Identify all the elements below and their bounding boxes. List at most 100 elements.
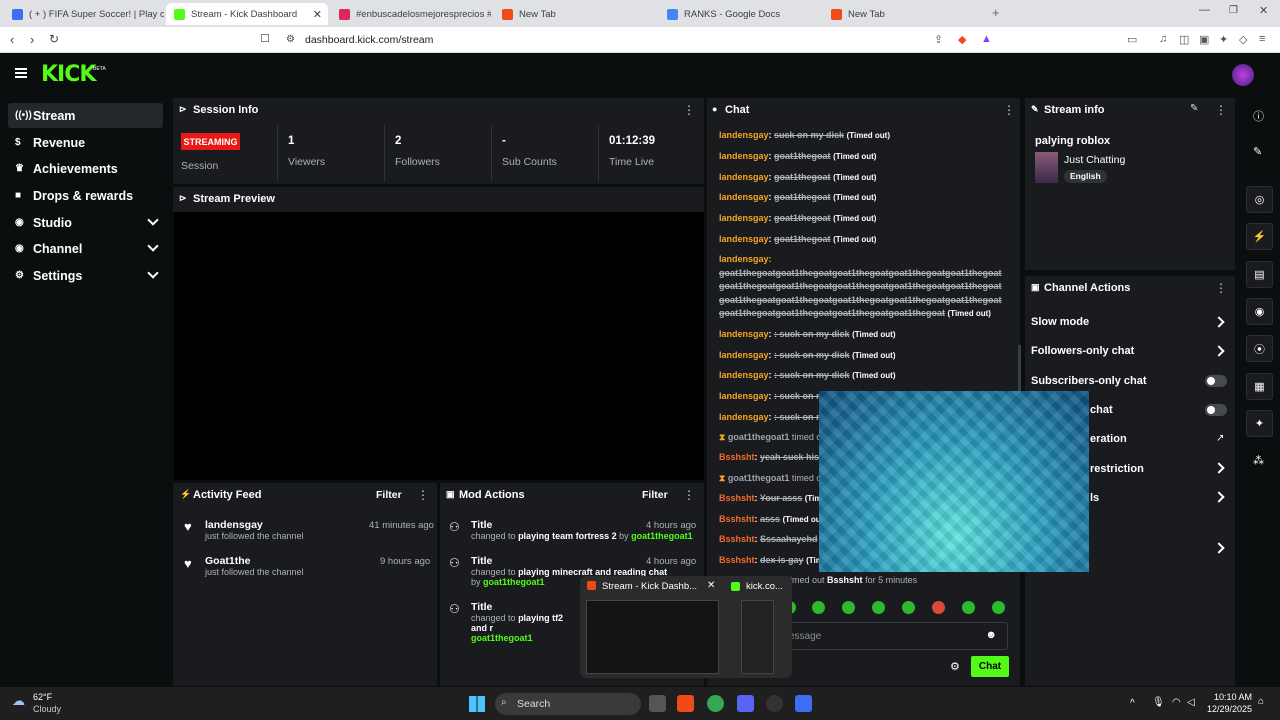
action-restriction[interactable]: restriction: [1090, 463, 1170, 475]
category-name[interactable]: Just Chatting: [1064, 154, 1125, 166]
maximize-icon[interactable]: ❐: [1229, 5, 1238, 16]
kick-logo[interactable]: KICK: [41, 62, 96, 87]
chat-username[interactable]: Bsshsht: [719, 452, 755, 462]
clock-time[interactable]: 10:10 AM: [1210, 692, 1252, 702]
external-link-icon[interactable]: ↗: [1216, 433, 1224, 444]
thumbnail-window[interactable]: [586, 600, 719, 674]
chat-username[interactable]: landensgay: [719, 130, 769, 140]
steam-icon[interactable]: [766, 695, 783, 712]
temperature[interactable]: 62°F: [33, 692, 52, 702]
rewards-icon[interactable]: ▲: [981, 33, 992, 45]
chat-username[interactable]: goat1thegoat1: [728, 432, 790, 442]
notification-icon[interactable]: ⌂: [1258, 696, 1264, 707]
thumbnail-window[interactable]: [741, 600, 774, 674]
layout-icon[interactable]: ▦: [1246, 373, 1273, 400]
username[interactable]: Goat1the: [205, 555, 304, 567]
wrench-icon[interactable]: ✦: [1246, 410, 1273, 437]
chat-username[interactable]: landensgay:: [719, 254, 772, 264]
roblox-icon[interactable]: [795, 695, 812, 712]
url-input[interactable]: dashboard.kick.com/stream: [305, 34, 433, 46]
username[interactable]: goat1thegoat1: [471, 633, 533, 643]
emotes-only-toggle[interactable]: [1205, 404, 1227, 416]
browser-tab[interactable]: ( + ) FIFA Super Soccer! | Play on Ro...: [4, 3, 164, 25]
more-icon[interactable]: ⋮: [683, 488, 695, 502]
action-moderation[interactable]: eration: [1090, 433, 1170, 445]
task-view-icon[interactable]: [649, 695, 666, 712]
start-icon[interactable]: [469, 696, 485, 712]
chat-username[interactable]: landensgay: [719, 192, 769, 202]
emote-icon[interactable]: [962, 601, 975, 614]
chat-username[interactable]: goat1thegoat1: [728, 473, 790, 483]
more-icon[interactable]: ⋮: [417, 488, 429, 502]
chat-username[interactable]: landensgay: [719, 412, 769, 422]
new-tab-icon[interactable]: +: [992, 5, 1000, 20]
username[interactable]: landensgay: [205, 519, 304, 531]
floating-image-overlay[interactable]: [819, 391, 1089, 572]
discord-icon[interactable]: [737, 695, 754, 712]
chat-username[interactable]: Bsshsht: [719, 493, 755, 503]
split-view-icon[interactable]: ◫: [1179, 33, 1189, 46]
volume-icon[interactable]: ◁: [1187, 697, 1195, 708]
site-info-icon[interactable]: ⚙: [286, 34, 295, 45]
sidebar-item-drops[interactable]: ■ Drops & rewards: [8, 183, 163, 208]
wifi-icon[interactable]: ◠: [1172, 697, 1181, 708]
clock-date[interactable]: 12/29/2025: [1200, 704, 1252, 714]
media-icon[interactable]: ♫: [1159, 33, 1167, 45]
wallet-icon[interactable]: ▣: [1199, 33, 1209, 46]
reload-icon[interactable]: ↻: [49, 32, 59, 46]
more-icon[interactable]: ⋮: [683, 103, 695, 117]
sidebar-item-revenue[interactable]: $ Revenue: [8, 130, 163, 155]
more-icon[interactable]: ⋮: [1215, 103, 1227, 117]
chat-username[interactable]: landensgay: [719, 172, 769, 182]
action-emotes-only[interactable]: chat: [1090, 404, 1150, 416]
emote-icon[interactable]: [902, 601, 915, 614]
sidebar-item-achievements[interactable]: ♛ Achievements: [8, 156, 163, 181]
sidebar-item-channel[interactable]: ◉ Channel: [8, 236, 163, 261]
brave-icon[interactable]: [677, 695, 694, 712]
chat-username[interactable]: Bsshsht: [719, 514, 755, 524]
chat-username[interactable]: landensgay: [719, 329, 769, 339]
chevron-up-icon[interactable]: ^: [1130, 698, 1135, 709]
lightning-icon[interactable]: ⚡: [1246, 223, 1273, 250]
sidebar-item-settings[interactable]: ⚙ Settings: [8, 263, 163, 288]
close-icon[interactable]: ✕: [707, 580, 715, 591]
chat-username[interactable]: landensgay: [719, 213, 769, 223]
chat-username[interactable]: landensgay: [719, 350, 769, 360]
close-window-icon[interactable]: ✕: [1259, 4, 1268, 17]
action-followers-only[interactable]: Followers-only chat: [1031, 345, 1231, 357]
close-icon[interactable]: ✕: [313, 8, 322, 21]
menu-icon[interactable]: ≡: [1259, 33, 1265, 45]
chat-input[interactable]: essage ☻: [778, 622, 1008, 650]
thumbnail-title[interactable]: Stream - Kick Dashb...: [602, 581, 697, 592]
chat-username[interactable]: landensgay: [719, 391, 769, 401]
browser-tab[interactable]: RANKS - Google Docs: [659, 3, 819, 25]
action-slow-mode[interactable]: Slow mode: [1031, 316, 1231, 328]
browser-tab[interactable]: New Tab: [494, 3, 654, 25]
more-icon[interactable]: ⋮: [1215, 281, 1227, 295]
action-subscribers-only[interactable]: Subscribers-only chat: [1031, 375, 1231, 387]
leo-icon[interactable]: ✦: [1219, 33, 1228, 46]
hamburger-icon[interactable]: [15, 68, 27, 78]
chat-username[interactable]: Bsshsht: [719, 534, 755, 544]
emote-icon[interactable]: [812, 601, 825, 614]
sidebar-item-studio[interactable]: ◉ Studio: [8, 210, 163, 235]
chat-username[interactable]: Bsshsht: [719, 555, 755, 565]
chat-username[interactable]: Bsshsht: [827, 575, 863, 585]
bookmark-icon[interactable]: ☐: [260, 32, 270, 45]
chat-settings-icon[interactable]: ⚙: [950, 660, 960, 673]
action-blocked-terms[interactable]: ls: [1090, 492, 1130, 504]
minimize-icon[interactable]: —: [1199, 4, 1210, 16]
forward-icon[interactable]: ›: [30, 32, 34, 47]
vpn-icon[interactable]: ◇: [1239, 33, 1247, 46]
chat-username[interactable]: landensgay: [719, 370, 769, 380]
emote-icon[interactable]: [992, 601, 1005, 614]
brave-shield-icon[interactable]: ◆: [958, 33, 966, 46]
filter-button[interactable]: Filter: [376, 489, 402, 501]
pencil-icon[interactable]: ✎: [1253, 145, 1262, 158]
chat-send-button[interactable]: Chat: [971, 656, 1009, 677]
more-icon[interactable]: ⋮: [1003, 103, 1015, 117]
chat-username[interactable]: landensgay: [719, 234, 769, 244]
back-icon[interactable]: ‹: [10, 32, 14, 47]
username[interactable]: goat1thegoat1: [631, 531, 693, 541]
sidebar-icon[interactable]: ▭: [1127, 33, 1137, 46]
